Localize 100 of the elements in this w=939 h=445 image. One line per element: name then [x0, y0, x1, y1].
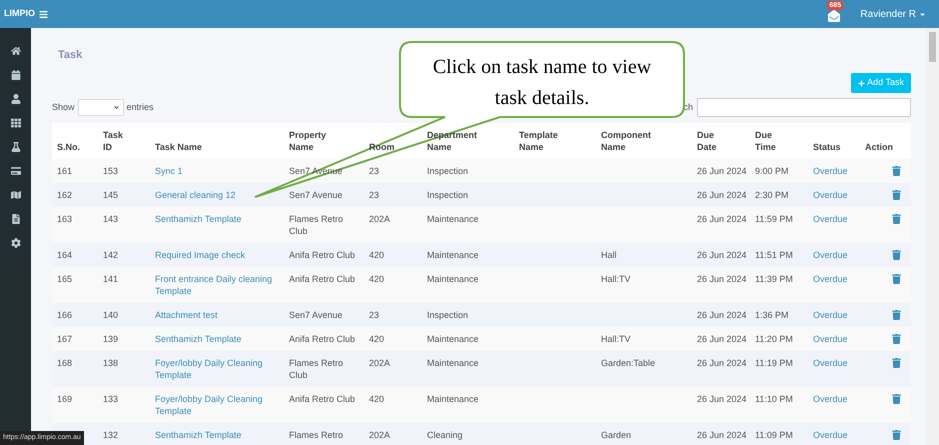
table-cell: Maintenance — [427, 358, 479, 368]
table-cell: Anifa Retro Club — [289, 274, 356, 284]
table-cell: Maintenance — [427, 334, 479, 344]
table-cell: 26 Jun 2024 — [697, 166, 747, 176]
search-field[interactable] — [697, 98, 911, 117]
column-header[interactable]: Status — [813, 141, 841, 153]
table-cell: 141 — [103, 274, 118, 284]
table-cell: 1:36 PM — [755, 310, 789, 320]
delete-icon[interactable] — [892, 310, 901, 320]
table-cell: 167 — [57, 334, 72, 344]
user-menu[interactable]: Raviender R — [860, 6, 926, 22]
table-cell: 9:00 PM — [755, 166, 789, 176]
status-link[interactable]: Overdue — [813, 190, 848, 200]
status-link[interactable]: Overdue — [813, 310, 848, 320]
status-link[interactable]: Overdue — [813, 394, 848, 404]
table-cell: 26 Jun 2024 — [697, 310, 747, 320]
table-cell: 11:39 PM — [755, 274, 793, 284]
delete-icon[interactable] — [892, 274, 901, 284]
status-link[interactable]: Overdue — [813, 334, 848, 344]
table-cell: Maintenance — [427, 250, 479, 260]
task-name-link[interactable]: Senthamizh Template — [155, 213, 279, 225]
task-name-link[interactable]: Attachment test — [155, 309, 279, 321]
delete-icon[interactable] — [892, 190, 901, 200]
envelope-icon[interactable] — [828, 10, 840, 22]
task-name-link[interactable]: Senthamizh Template — [155, 429, 279, 441]
column-header[interactable]: Due Time — [755, 129, 776, 153]
column-header[interactable]: Task Name — [155, 141, 202, 153]
task-name-link[interactable]: Foyer/lobby Daily Cleaning Template — [155, 393, 279, 417]
card-icon[interactable] — [10, 166, 20, 176]
table-cell: 133 — [103, 394, 118, 404]
calendar-icon[interactable] — [10, 70, 20, 80]
grid-icon[interactable] — [10, 118, 20, 128]
table-cell: Inspection — [427, 310, 468, 320]
table-cell: Cleaning — [427, 430, 463, 440]
table-cell: 26 Jun 2024 — [697, 214, 747, 224]
status-link[interactable]: Overdue — [813, 214, 848, 224]
delete-icon[interactable] — [892, 166, 901, 176]
table-cell: 163 — [57, 214, 72, 224]
table-cell: 23 — [369, 310, 380, 320]
task-name-link[interactable]: Foyer/lobby Daily Cleaning Template — [155, 357, 279, 381]
table-cell: 138 — [103, 358, 118, 368]
delete-icon[interactable] — [892, 214, 901, 224]
map-icon[interactable] — [10, 190, 20, 200]
status-link[interactable]: Overdue — [813, 274, 848, 284]
task-name-link[interactable]: General cleaning 12 — [155, 189, 279, 201]
table-cell: 420 — [369, 274, 384, 284]
table-cell: Anifa Retro Club — [289, 394, 356, 404]
column-header[interactable]: Template Name — [519, 129, 558, 153]
column-header[interactable]: S.No. — [57, 141, 80, 153]
table-cell: 142 — [103, 250, 118, 260]
document-icon[interactable] — [10, 214, 20, 224]
delete-icon[interactable] — [892, 430, 901, 440]
table-cell: Maintenance — [427, 274, 479, 284]
home-icon[interactable] — [10, 46, 20, 56]
status-link[interactable]: Overdue — [813, 250, 848, 260]
column-header[interactable]: Due Date — [697, 129, 717, 153]
task-name-link[interactable]: Front entrance Daily cleaning Template — [155, 273, 279, 297]
table-cell: 145 — [103, 190, 118, 200]
menu-icon[interactable] — [39, 10, 48, 18]
status-link[interactable]: Overdue — [813, 430, 848, 440]
table-cell: 26 Jun 2024 — [697, 250, 747, 260]
task-name-link[interactable]: Required Image check — [155, 249, 279, 261]
scrollbar[interactable] — [926, 28, 939, 445]
caret-icon — [919, 10, 926, 18]
status-link[interactable]: Overdue — [813, 358, 848, 368]
table-cell: Hall — [601, 250, 617, 260]
table-cell: 162 — [57, 190, 72, 200]
table-cell: 11:20 PM — [755, 334, 793, 344]
table-cell: 420 — [369, 334, 384, 344]
column-header[interactable]: Task ID — [103, 129, 123, 153]
settings-icon[interactable] — [10, 238, 20, 248]
table-cell: 23 — [369, 166, 380, 176]
table-cell: 153 — [103, 166, 118, 176]
table-cell: Hall:TV — [601, 274, 631, 284]
column-header[interactable]: Action — [865, 141, 893, 153]
task-name-link[interactable]: Sync 1 — [155, 165, 279, 177]
status-link[interactable]: Overdue — [813, 166, 848, 176]
table-cell: 2:30 PM — [755, 190, 789, 200]
task-name-link[interactable]: Senthamizh Template — [155, 333, 279, 345]
brand-logo[interactable]: LIMPIO — [0, 7, 36, 21]
delete-icon[interactable] — [892, 334, 901, 344]
table-cell: 164 — [57, 250, 72, 260]
column-header[interactable]: Component Name — [601, 129, 651, 153]
table-cell: Sen7 Avenue — [289, 190, 342, 200]
add-task-button[interactable]: Add Task — [851, 73, 911, 93]
delete-icon[interactable] — [892, 358, 901, 368]
user-icon[interactable] — [10, 94, 20, 104]
table-cell: 11:51 PM — [755, 250, 793, 260]
table-cell: 139 — [103, 334, 118, 344]
delete-icon[interactable] — [892, 250, 901, 260]
table-cell: Flames Retro Club — [289, 214, 344, 236]
table-cell: 26 Jun 2024 — [697, 430, 747, 440]
column-header[interactable]: Property Name — [289, 129, 326, 153]
table-cell: 23 — [369, 190, 380, 200]
delete-icon[interactable] — [892, 394, 901, 404]
table-cell: Anifa Retro Club — [289, 250, 356, 260]
table-cell: 140 — [103, 310, 118, 320]
table-cell: 420 — [369, 394, 384, 404]
flask-icon[interactable] — [10, 142, 20, 152]
table-cell: 168 — [57, 358, 72, 368]
